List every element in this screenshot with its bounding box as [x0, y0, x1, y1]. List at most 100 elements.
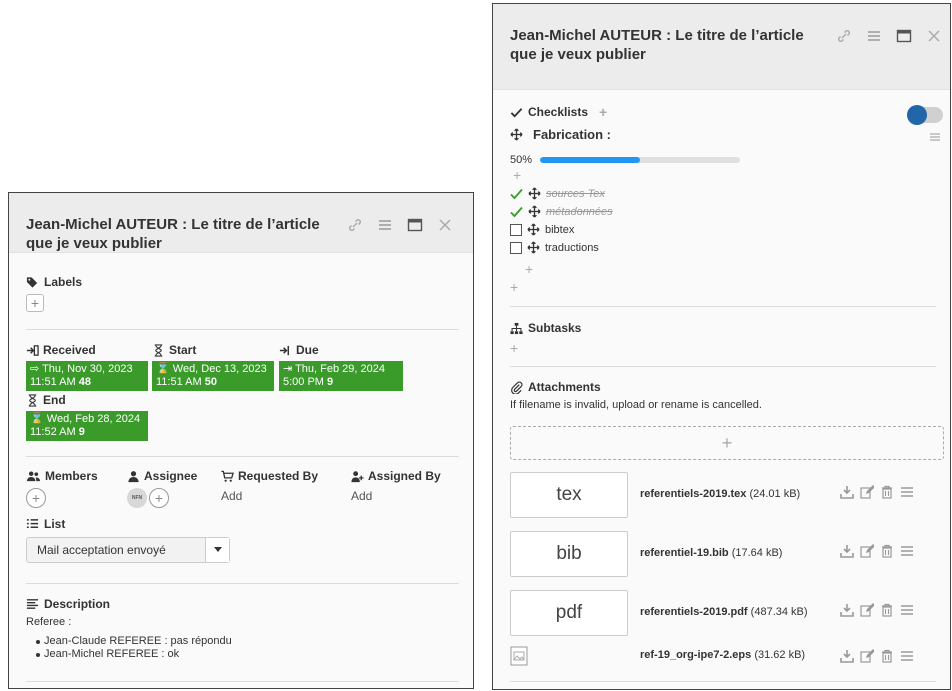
due-label: Due	[296, 343, 319, 357]
move-handle-icon[interactable]	[527, 223, 540, 236]
maximize-icon[interactable]	[407, 217, 423, 233]
attachment-thumbnail[interactable]: tex	[510, 472, 628, 518]
download-icon[interactable]	[840, 544, 854, 558]
assignee-label: Assignee	[144, 469, 198, 483]
list-select[interactable]: Mail acceptation envoyé	[26, 537, 230, 563]
close-icon[interactable]	[926, 28, 942, 44]
edit-icon[interactable]	[860, 649, 874, 663]
list-section: List	[26, 517, 459, 531]
add-assignee-button[interactable]: +	[149, 488, 169, 508]
attachment-dropzone[interactable]: +	[510, 426, 944, 460]
add-checklist-bottom-button[interactable]: +	[510, 280, 518, 294]
checklist-item-text[interactable]: métadonnées	[546, 206, 613, 218]
received-label: Received	[43, 343, 96, 357]
add-label-button[interactable]: +	[26, 294, 44, 312]
checklist-menu-icon[interactable]	[930, 132, 940, 142]
checklist-item-text[interactable]: bibtex	[545, 224, 574, 236]
due-arrow-icon	[279, 345, 290, 355]
link-icon[interactable]	[836, 28, 852, 44]
add-checklist-button[interactable]: +	[599, 105, 607, 119]
due-date-badge[interactable]: ⇥ Thu, Feb 29, 2024 5:00 PM 9	[279, 361, 403, 391]
add-item-top-button[interactable]: +	[513, 168, 521, 182]
list-icon	[26, 518, 39, 528]
attachment-filename[interactable]: ref-19_org-ipe7-2.eps	[640, 649, 751, 661]
checklist-item: traductions	[510, 241, 599, 254]
received-date-badge[interactable]: ⇨ Thu, Nov 30, 2023 11:51 AM 48	[26, 361, 148, 391]
add-subtask-button[interactable]: +	[510, 341, 936, 355]
checkbox[interactable]	[510, 223, 522, 236]
attachments-title: Attachments	[528, 380, 601, 394]
trash-icon[interactable]	[880, 485, 894, 499]
hourglass-icon	[154, 343, 163, 357]
shopping-cart-icon	[221, 470, 234, 482]
description-title: Description	[44, 597, 111, 611]
assignee-field: Assignee NFN +	[127, 469, 197, 508]
move-handle-icon[interactable]	[528, 187, 541, 200]
image-file-icon[interactable]	[510, 646, 528, 666]
attachment-filename[interactable]: referentiel-19.bib	[640, 547, 729, 559]
members-label: Members	[45, 469, 98, 483]
move-handle-icon[interactable]	[510, 128, 523, 141]
edit-icon[interactable]	[860, 485, 874, 499]
row-menu-icon[interactable]	[900, 603, 914, 617]
checked-icon[interactable]	[510, 188, 523, 200]
end-date-badge[interactable]: ⌛ Wed, Feb 28, 2024 11:52 AM 9	[26, 411, 148, 441]
checklist-toggle[interactable]	[907, 105, 943, 125]
card-title[interactable]: Jean-Michel AUTEUR : Le titre de l’artic…	[510, 26, 825, 64]
requested-by-label: Requested By	[238, 469, 319, 483]
attachment-thumbnail[interactable]: pdf	[510, 590, 628, 636]
assignee-avatar[interactable]: NFN	[127, 488, 147, 508]
card-details-left: Jean-Michel AUTEUR : Le titre de l’artic…	[8, 192, 474, 689]
move-handle-icon[interactable]	[528, 205, 541, 218]
checklist-name[interactable]: Fabrication :	[533, 127, 611, 142]
card-details-right: Jean-Michel AUTEUR : Le titre de l’artic…	[492, 3, 951, 690]
row-menu-icon[interactable]	[900, 649, 914, 663]
link-icon[interactable]	[347, 217, 363, 233]
start-date-badge[interactable]: ⌛ Wed, Dec 13, 2023 11:51 AM 50	[152, 361, 274, 391]
list-item: Jean-Michel REFEREE : ok	[36, 648, 459, 661]
checklist-item-text[interactable]: traductions	[545, 242, 599, 254]
download-icon[interactable]	[840, 485, 854, 499]
hamburger-menu-icon[interactable]	[377, 217, 393, 233]
attachment-row: pdf referentiels-2019.pdf (487.34 kB)	[510, 590, 944, 636]
attachments-section: Attachments If filename is invalid, uplo…	[510, 380, 936, 412]
caret-down-icon	[213, 547, 222, 552]
attachment-thumbnail[interactable]: bib	[510, 531, 628, 577]
labels-title: Labels	[44, 275, 83, 289]
maximize-icon[interactable]	[896, 28, 912, 44]
align-left-icon	[26, 598, 39, 609]
add-member-button[interactable]: +	[26, 488, 46, 508]
row-menu-icon[interactable]	[900, 485, 914, 499]
hamburger-menu-icon[interactable]	[866, 28, 882, 44]
attachment-row: ref-19_org-ipe7-2.eps (31.62 kB)	[510, 644, 944, 668]
trash-icon[interactable]	[880, 603, 894, 617]
description-intro: Referee :	[26, 616, 72, 628]
card-title[interactable]: Jean-Michel AUTEUR : Le titre de l’artic…	[26, 215, 341, 253]
edit-icon[interactable]	[860, 544, 874, 558]
checklist-item: bibtex	[510, 223, 574, 236]
people-section: Members + Assignee NFN + Requested By Ad…	[26, 469, 466, 509]
hourglass-end-icon	[28, 393, 37, 407]
assigned-by-add[interactable]: Add	[351, 489, 441, 503]
row-menu-icon[interactable]	[900, 544, 914, 558]
trash-icon[interactable]	[880, 649, 894, 663]
move-handle-icon[interactable]	[527, 241, 540, 254]
trash-icon[interactable]	[880, 544, 894, 558]
close-icon[interactable]	[437, 217, 453, 233]
add-item-button[interactable]: +	[525, 262, 533, 276]
requested-by-add[interactable]: Add	[221, 489, 318, 503]
checked-icon[interactable]	[510, 206, 523, 218]
subtasks-section: Subtasks +	[510, 321, 936, 355]
paperclip-icon	[511, 381, 523, 394]
checkbox[interactable]	[510, 241, 522, 254]
attachment-filename[interactable]: referentiels-2019.tex	[640, 488, 746, 500]
download-icon[interactable]	[840, 603, 854, 617]
edit-icon[interactable]	[860, 603, 874, 617]
checklist-item-text[interactable]: sources Tex	[546, 188, 605, 200]
plus-icon: +	[721, 432, 733, 453]
attachment-filename[interactable]: referentiels-2019.pdf	[640, 606, 748, 618]
date-start: Start ⌛ Wed, Dec 13, 2023 11:51 AM 50	[152, 343, 274, 391]
download-icon[interactable]	[840, 649, 854, 663]
list-title: List	[44, 517, 66, 531]
list-item: Jean-Claude REFEREE : pas répondu	[36, 635, 459, 648]
